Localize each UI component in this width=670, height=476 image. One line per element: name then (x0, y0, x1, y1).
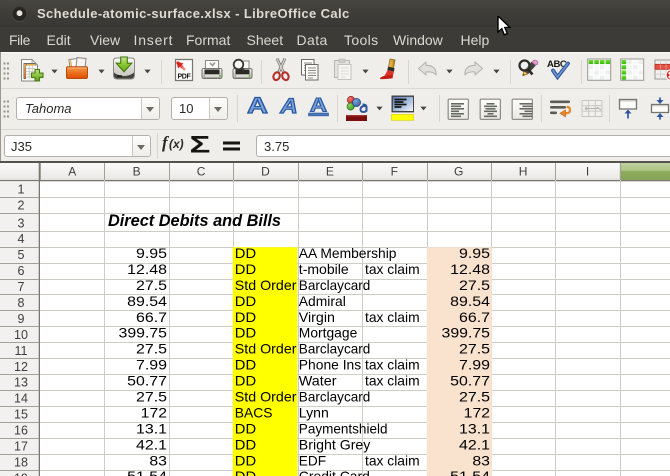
svg-text:Barclaycard: Barclaycard (299, 390, 371, 405)
svg-text:G: G (454, 165, 463, 179)
svg-text:Direct Debits and Bills: Direct Debits and Bills (108, 212, 281, 230)
svg-text:H: H (519, 165, 528, 179)
svg-text:172: 172 (141, 405, 167, 420)
svg-text:3: 3 (18, 216, 25, 230)
svg-text:PDF: PDF (177, 74, 191, 81)
svg-text:19: 19 (14, 472, 28, 476)
svg-text:12.48: 12.48 (450, 262, 490, 277)
svg-text:Bright Grey: Bright Grey (299, 437, 371, 452)
svg-text:E: E (326, 165, 334, 179)
svg-text:DD: DD (235, 262, 256, 277)
svg-text:18: 18 (14, 456, 28, 470)
svg-text:10: 10 (14, 328, 28, 342)
svg-text:I: I (586, 165, 589, 179)
svg-text:Paymentshield: Paymentshield (299, 421, 388, 436)
svg-text:13.1: 13.1 (136, 421, 167, 436)
svg-text:DD: DD (235, 469, 256, 476)
svg-text:8: 8 (18, 296, 25, 310)
svg-text:DD: DD (235, 246, 256, 261)
svg-text:27.5: 27.5 (136, 390, 167, 405)
svg-text:51.54: 51.54 (450, 469, 490, 476)
svg-text:27.5: 27.5 (136, 278, 167, 293)
svg-text:DD: DD (235, 326, 256, 341)
svg-text:50.77: 50.77 (450, 374, 490, 389)
svg-text:7.99: 7.99 (459, 358, 490, 373)
svg-text:27.5: 27.5 (136, 342, 167, 357)
svg-text:tax claim: tax claim (365, 374, 420, 389)
svg-text:27.5: 27.5 (459, 342, 490, 357)
svg-text:Credit Card: Credit Card (299, 469, 370, 476)
svg-text:6: 6 (18, 264, 25, 278)
svg-text:89.54: 89.54 (450, 294, 490, 309)
svg-text:EDF: EDF (299, 453, 326, 468)
svg-text:42.1: 42.1 (459, 437, 490, 452)
svg-text:13: 13 (14, 376, 28, 390)
svg-text:15: 15 (14, 408, 28, 422)
svg-text:66.7: 66.7 (136, 310, 167, 325)
svg-text:AA Membership: AA Membership (299, 246, 397, 261)
svg-text:66.7: 66.7 (459, 310, 490, 325)
svg-text:Water: Water (299, 374, 337, 389)
svg-text:t-mobile: t-mobile (299, 262, 349, 277)
svg-text:DD: DD (235, 421, 256, 436)
svg-text:51.54: 51.54 (127, 469, 167, 476)
svg-text:DD: DD (235, 437, 256, 452)
svg-text:Std Order: Std Order (235, 278, 297, 293)
svg-text:tax claim: tax claim (365, 453, 420, 468)
svg-text:83: 83 (149, 453, 167, 468)
svg-text:12: 12 (14, 360, 28, 374)
svg-text:17: 17 (14, 440, 28, 454)
svg-text:Mortgage: Mortgage (299, 326, 358, 341)
svg-text:12.48: 12.48 (127, 262, 167, 277)
svg-text:14: 14 (14, 392, 28, 406)
svg-text:11: 11 (15, 344, 28, 358)
svg-text:Σ: Σ (190, 132, 211, 156)
svg-text:13.1: 13.1 (459, 421, 490, 436)
svg-text:9: 9 (18, 312, 25, 326)
svg-text:C: C (197, 165, 206, 179)
svg-text:DD: DD (235, 358, 256, 373)
svg-text:Admiral: Admiral (299, 294, 346, 309)
svg-text:Phone Ins: Phone Ins (299, 358, 361, 373)
svg-text:27.5: 27.5 (459, 278, 490, 293)
svg-text:Lynn: Lynn (299, 405, 329, 420)
svg-text:A: A (279, 93, 297, 117)
svg-text:A: A (247, 94, 268, 118)
svg-text:9.95: 9.95 (459, 246, 490, 261)
svg-text:DD: DD (235, 294, 256, 309)
svg-text:1: 1 (18, 182, 25, 196)
svg-text:50.77: 50.77 (127, 374, 167, 389)
svg-text:172: 172 (464, 405, 490, 420)
svg-text:BACS: BACS (235, 405, 273, 420)
svg-text:Std Order: Std Order (235, 342, 297, 357)
svg-text:tax claim: tax claim (365, 262, 420, 277)
svg-text:83: 83 (472, 453, 490, 468)
svg-text:Std Order: Std Order (235, 390, 297, 405)
svg-text:D: D (261, 165, 270, 179)
svg-text:7.99: 7.99 (136, 358, 167, 373)
svg-text:B: B (133, 165, 141, 179)
svg-text:5: 5 (18, 248, 25, 262)
svg-text:tax claim: tax claim (365, 310, 420, 325)
svg-text:Barclaycard: Barclaycard (299, 342, 371, 357)
svg-text:DD: DD (235, 310, 256, 325)
svg-text:DD: DD (235, 453, 256, 468)
svg-text:42.1: 42.1 (136, 437, 167, 452)
svg-text:399.75: 399.75 (442, 326, 491, 341)
svg-text:Virgin: Virgin (299, 310, 335, 325)
svg-text:DD: DD (235, 374, 256, 389)
svg-text:399.75: 399.75 (119, 326, 168, 341)
svg-text:27.5: 27.5 (459, 390, 490, 405)
svg-text:9.95: 9.95 (136, 246, 167, 261)
svg-text:tax claim: tax claim (365, 358, 420, 373)
svg-text:7: 7 (18, 280, 25, 294)
svg-text:4: 4 (18, 232, 25, 246)
svg-text:F: F (391, 165, 398, 179)
svg-text:A: A (68, 165, 76, 179)
svg-text:2: 2 (18, 198, 25, 212)
svg-text:16: 16 (14, 424, 28, 438)
svg-text:89.54: 89.54 (127, 294, 167, 309)
svg-text:Barclaycard: Barclaycard (299, 278, 371, 293)
